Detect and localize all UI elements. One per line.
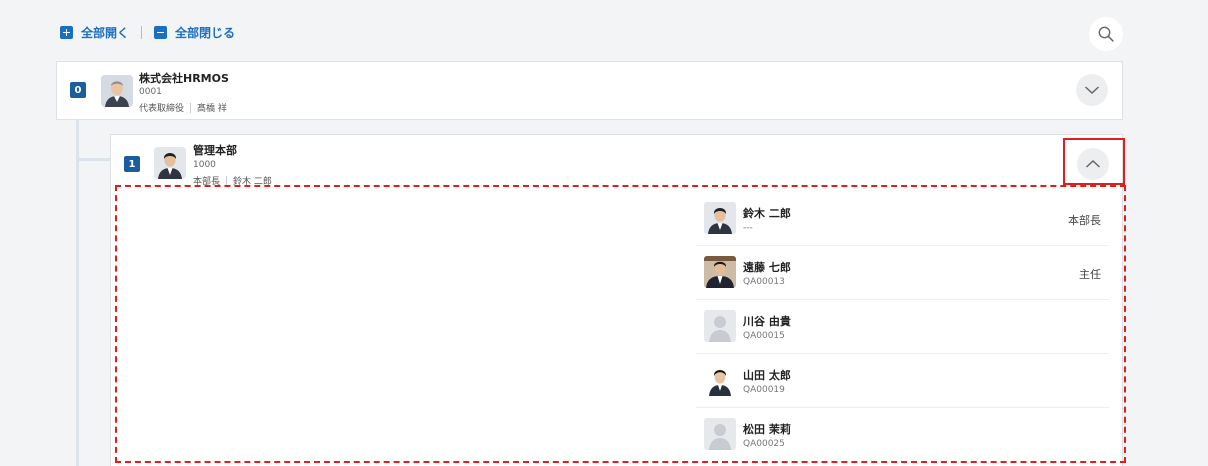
org-name: 株式会社HRMOS — [139, 72, 229, 85]
org-code: 0001 — [139, 87, 162, 97]
chevron-down-icon — [1084, 86, 1100, 95]
leader-title: 代表取締役 — [139, 104, 185, 114]
org-code: 1000 — [193, 160, 216, 170]
search-icon — [1098, 26, 1114, 42]
avatar — [101, 75, 133, 107]
org-name: 管理本部 — [193, 144, 237, 157]
avatar — [154, 147, 186, 179]
search-button[interactable] — [1089, 17, 1123, 51]
collapse-all-label: 全部閉じる — [175, 25, 236, 40]
level-badge: 1 — [124, 156, 140, 172]
leader-divider — [226, 175, 228, 186]
org-leader: 代表取締役 髙橋 祥 — [139, 101, 227, 114]
level-badge: 0 — [70, 82, 86, 98]
leader-divider — [190, 102, 192, 113]
tree-connector-horizontal — [76, 158, 110, 161]
plus-square-icon — [60, 25, 73, 39]
minus-square-icon — [154, 25, 168, 39]
highlight-box — [1063, 138, 1125, 185]
org-card-root[interactable]: 0 株式会社HRMOS 0001 代表取締役 髙橋 祥 — [56, 61, 1123, 120]
expand-toggle-button[interactable] — [1076, 74, 1108, 106]
tree-connector-vertical — [76, 120, 79, 466]
toolbar-divider — [141, 25, 143, 39]
toolbar: 全部開く 全部閉じる — [60, 24, 235, 40]
expand-all-button[interactable]: 全部開く — [60, 24, 129, 41]
collapse-all-button[interactable]: 全部閉じる — [154, 24, 235, 41]
highlight-dashed-box — [115, 185, 1126, 463]
leader-name: 髙橋 祥 — [197, 104, 227, 114]
expand-all-label: 全部開く — [81, 25, 130, 40]
